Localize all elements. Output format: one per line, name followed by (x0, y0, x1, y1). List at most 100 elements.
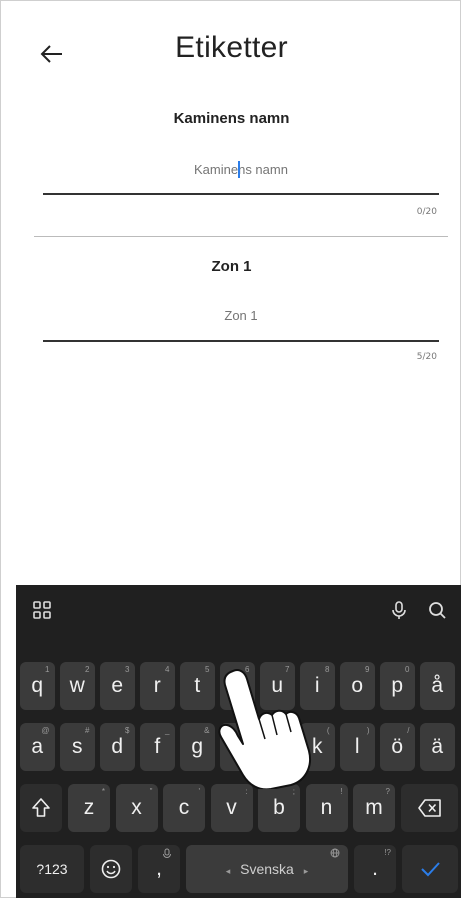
key-label: i (314, 674, 320, 697)
key-hint: _ (165, 726, 170, 735)
key-ä[interactable]: ä (420, 723, 455, 771)
grid-menu-icon[interactable] (31, 599, 53, 621)
key-label: f (154, 735, 161, 758)
done-key[interactable] (402, 845, 458, 893)
key-f[interactable]: f _ (140, 723, 175, 771)
key-o[interactable]: o9 (340, 662, 375, 710)
key-label: g (191, 735, 204, 758)
key-l[interactable]: l) (340, 723, 375, 771)
backspace-icon (417, 799, 441, 817)
key-s[interactable]: s # (60, 723, 95, 771)
key-u[interactable]: u7 (260, 662, 295, 710)
key-label: å (431, 674, 444, 697)
key-hint: ( (326, 726, 330, 735)
shift-arrow-icon (32, 798, 50, 817)
key-label: k (312, 735, 323, 758)
key-hint: ? (385, 787, 390, 796)
on-screen-keyboard: q1w2e3r4t5y6u7i8o9p0å a @ s # d $ f _ g & h - j + k(l)… (16, 585, 461, 898)
mic-hint-icon (163, 848, 171, 858)
key-label: y (232, 674, 243, 697)
zone1-input[interactable] (43, 299, 439, 331)
keyboard-toolbar (16, 585, 461, 635)
key-t[interactable]: t5 (180, 662, 215, 710)
key-hint: 6 (245, 665, 250, 674)
globe-icon (330, 848, 340, 858)
space-key[interactable]: ◂ Svenska ▸ (186, 845, 348, 893)
key-hint: 9 (365, 665, 370, 674)
key-hint: $ (125, 726, 130, 735)
key-hint: 8 (325, 665, 330, 674)
key-hint: / (407, 726, 410, 735)
key-hint: # (85, 726, 90, 735)
key-e[interactable]: e3 (100, 662, 135, 710)
key-label: n (320, 796, 333, 819)
key-label: ä (431, 735, 444, 758)
key-b[interactable]: b; (258, 784, 300, 832)
key-label: u (271, 674, 284, 697)
key-label: w (69, 674, 85, 697)
key-label: o (351, 674, 364, 697)
key-label: v (226, 796, 237, 819)
key-hint: 4 (165, 665, 170, 674)
key-hint: & (204, 726, 210, 735)
key-m[interactable]: m? (353, 784, 395, 832)
key-label: x (131, 796, 142, 819)
key-hint: " (149, 787, 153, 796)
key-x[interactable]: x " (115, 784, 158, 832)
key-k[interactable]: k( (300, 723, 335, 771)
key-hint: 7 (285, 665, 290, 674)
key-label: b (273, 796, 285, 819)
key-h[interactable]: h- (220, 723, 255, 771)
key-label: p (391, 674, 404, 697)
key-q[interactable]: q1 (20, 662, 55, 710)
key-n[interactable]: n! (305, 784, 348, 832)
emoji-key[interactable] (90, 845, 132, 893)
key-label: d (111, 735, 124, 758)
comma-key[interactable]: , (138, 845, 180, 893)
search-icon[interactable] (426, 599, 448, 621)
key-label: c (178, 796, 190, 819)
key-hint: ' (198, 787, 200, 796)
microphone-icon[interactable] (388, 599, 410, 621)
key-label: e (111, 674, 124, 697)
smiley-icon (101, 859, 121, 879)
key-hint: - (246, 726, 250, 735)
key-hint: 1 (45, 665, 50, 674)
key-g[interactable]: g & (180, 723, 215, 771)
key-y[interactable]: y6 (220, 662, 255, 710)
key-hint: 0 (405, 665, 410, 674)
key-z[interactable]: z * (68, 784, 110, 832)
backspace-key[interactable] (401, 784, 458, 832)
period-label: . (372, 857, 378, 880)
page-title: Etiketter (175, 31, 288, 64)
key-a[interactable]: a @ (20, 723, 55, 771)
key-å[interactable]: å (420, 662, 455, 710)
fireplace-name-input[interactable] (43, 153, 439, 185)
comma-label: , (156, 857, 162, 880)
symbols-key[interactable]: ?123 (20, 845, 84, 893)
key-label: s (72, 735, 83, 758)
period-key[interactable]: . !? (354, 845, 396, 893)
key-hint: 5 (205, 665, 210, 674)
key-ö[interactable]: ö / (380, 723, 415, 771)
zone1-label: Zon 1 (211, 258, 252, 275)
key-r[interactable]: r4 (140, 662, 175, 710)
text-cursor (238, 161, 240, 178)
key-i[interactable]: i8 (300, 662, 335, 710)
key-w[interactable]: w2 (60, 662, 95, 710)
key-d[interactable]: d $ (100, 723, 135, 771)
period-hint: !? (384, 848, 391, 857)
key-label: a (31, 735, 44, 758)
key-p[interactable]: p0 (380, 662, 415, 710)
shift-key[interactable] (20, 784, 62, 832)
key-label: t (194, 674, 201, 697)
zone1-counter: 5/20 (416, 352, 437, 362)
key-c[interactable]: c ' (163, 784, 205, 832)
key-label: m (365, 796, 383, 819)
key-label: z (83, 796, 95, 819)
chevron-left-icon: ◂ (225, 866, 231, 876)
key-label: j (274, 735, 280, 758)
key-j[interactable]: j + (260, 723, 295, 771)
key-v[interactable]: v: (210, 784, 253, 832)
fireplace-name-counter: 0/20 (416, 207, 437, 217)
